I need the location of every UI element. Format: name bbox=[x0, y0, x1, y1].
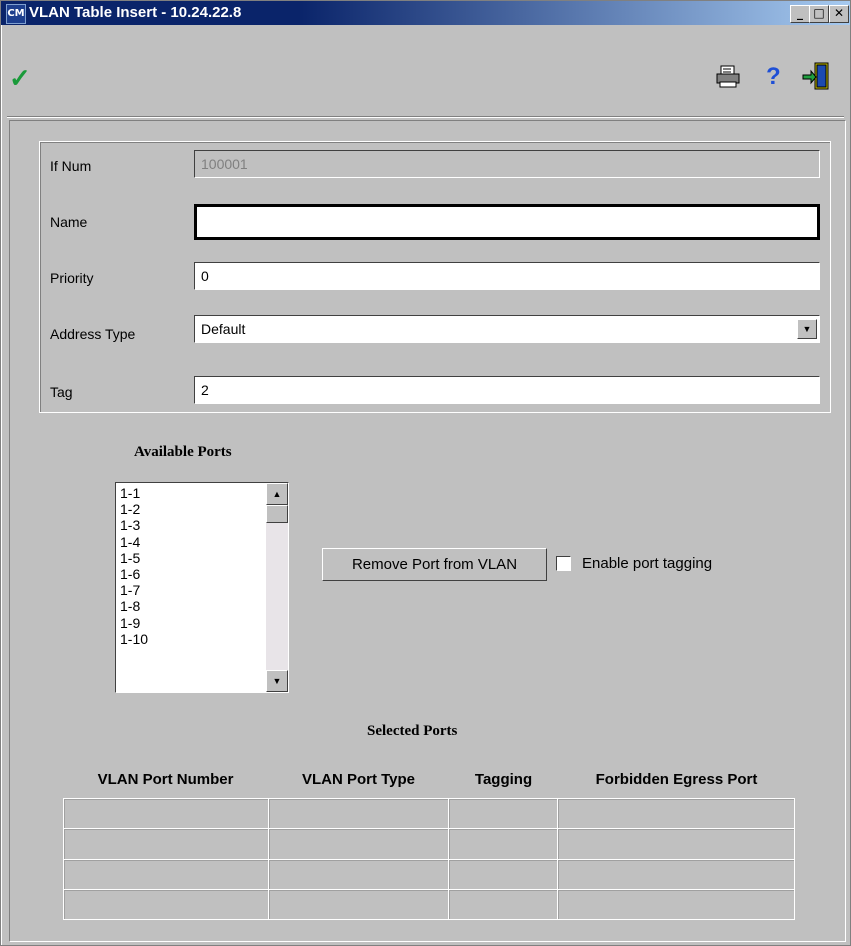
scroll-down-icon[interactable]: ▼ bbox=[266, 670, 288, 692]
table-cell[interactable] bbox=[557, 797, 795, 830]
list-item[interactable]: 1-5 bbox=[120, 550, 288, 566]
table-cell[interactable] bbox=[63, 828, 269, 860]
name-label: Name bbox=[50, 214, 88, 230]
tag-label: Tag bbox=[50, 384, 73, 400]
address-type-select[interactable]: Default ▼ bbox=[194, 315, 820, 343]
list-item[interactable]: 1-6 bbox=[120, 566, 288, 582]
table-row[interactable] bbox=[63, 888, 795, 921]
exit-door-icon[interactable] bbox=[801, 61, 831, 91]
window-title: VLAN Table Insert - 10.24.22.8 bbox=[29, 4, 242, 21]
scroll-thumb[interactable] bbox=[266, 505, 288, 523]
title-bar[interactable]: CM VLAN Table Insert - 10.24.22.8 _ □ ✕ bbox=[1, 1, 850, 25]
list-item[interactable]: 1-2 bbox=[120, 501, 288, 517]
selected-ports-heading: Selected Ports bbox=[367, 723, 458, 739]
table-row[interactable] bbox=[63, 858, 795, 890]
toolbar-separator bbox=[7, 116, 844, 118]
table-cell[interactable] bbox=[63, 888, 269, 921]
ports-scrollbar[interactable]: ▲ ▼ bbox=[266, 483, 288, 692]
checkmark-icon[interactable]: ✓ bbox=[9, 63, 31, 94]
priority-field[interactable]: 0 bbox=[194, 262, 820, 290]
list-item[interactable]: 1-9 bbox=[120, 615, 288, 631]
help-icon[interactable]: ? bbox=[766, 63, 781, 91]
scroll-up-icon[interactable]: ▲ bbox=[266, 483, 288, 505]
address-type-value: Default bbox=[201, 321, 246, 337]
selected-ports-table[interactable] bbox=[63, 797, 795, 921]
list-item[interactable]: 1-3 bbox=[120, 517, 288, 533]
col-tagging[interactable]: Tagging bbox=[449, 771, 558, 788]
ifnum-label: If Num bbox=[50, 158, 92, 174]
minimize-button[interactable]: _ bbox=[790, 5, 810, 23]
col-forbidden-egress-port[interactable]: Forbidden Egress Port bbox=[558, 771, 795, 788]
table-cell[interactable] bbox=[63, 858, 269, 890]
table-cell[interactable] bbox=[63, 797, 269, 830]
ifnum-field: 100001 bbox=[194, 150, 820, 178]
col-vlan-port-type[interactable]: VLAN Port Type bbox=[268, 771, 449, 788]
table-cell[interactable] bbox=[448, 828, 559, 860]
table-cell[interactable] bbox=[267, 828, 450, 860]
table-cell[interactable] bbox=[267, 797, 450, 830]
list-item[interactable]: 1-7 bbox=[120, 582, 288, 598]
vlan-table-insert-window: CM VLAN Table Insert - 10.24.22.8 _ □ ✕ … bbox=[0, 0, 851, 946]
maximize-button[interactable]: □ bbox=[809, 5, 829, 23]
tag-field[interactable]: 2 bbox=[194, 376, 820, 404]
app-icon: CM bbox=[6, 4, 26, 24]
chevron-down-icon[interactable]: ▼ bbox=[797, 319, 817, 339]
available-ports-heading: Available Ports bbox=[134, 444, 232, 460]
list-item[interactable]: 1-10 bbox=[120, 631, 288, 647]
table-cell[interactable] bbox=[557, 828, 795, 860]
table-cell[interactable] bbox=[448, 858, 559, 890]
table-cell[interactable] bbox=[448, 888, 559, 921]
table-cell[interactable] bbox=[267, 888, 450, 921]
close-button[interactable]: ✕ bbox=[829, 5, 849, 23]
printer-icon[interactable] bbox=[715, 65, 741, 89]
list-item[interactable]: 1-4 bbox=[120, 534, 288, 550]
col-vlan-port-number[interactable]: VLAN Port Number bbox=[63, 771, 268, 788]
table-cell[interactable] bbox=[448, 797, 559, 830]
available-ports-list[interactable]: 1-1 1-2 1-3 1-4 1-5 1-6 1-7 1-8 1-9 1-10 ▲ ▼ bbox=[115, 482, 289, 693]
priority-label: Priority bbox=[50, 270, 94, 286]
list-item[interactable]: 1-1 bbox=[120, 485, 288, 501]
remove-port-button[interactable]: Remove Port from VLAN bbox=[322, 548, 547, 581]
enable-port-tagging-label: Enable port tagging bbox=[582, 555, 713, 572]
table-cell[interactable] bbox=[557, 858, 795, 890]
table-row[interactable] bbox=[63, 828, 795, 860]
name-field[interactable] bbox=[194, 204, 820, 240]
table-cell[interactable] bbox=[267, 858, 450, 890]
enable-port-tagging-checkbox[interactable] bbox=[556, 556, 571, 571]
list-item[interactable]: 1-8 bbox=[120, 598, 288, 614]
address-type-label: Address Type bbox=[50, 326, 136, 342]
table-row[interactable] bbox=[63, 797, 795, 830]
table-cell[interactable] bbox=[557, 888, 795, 921]
